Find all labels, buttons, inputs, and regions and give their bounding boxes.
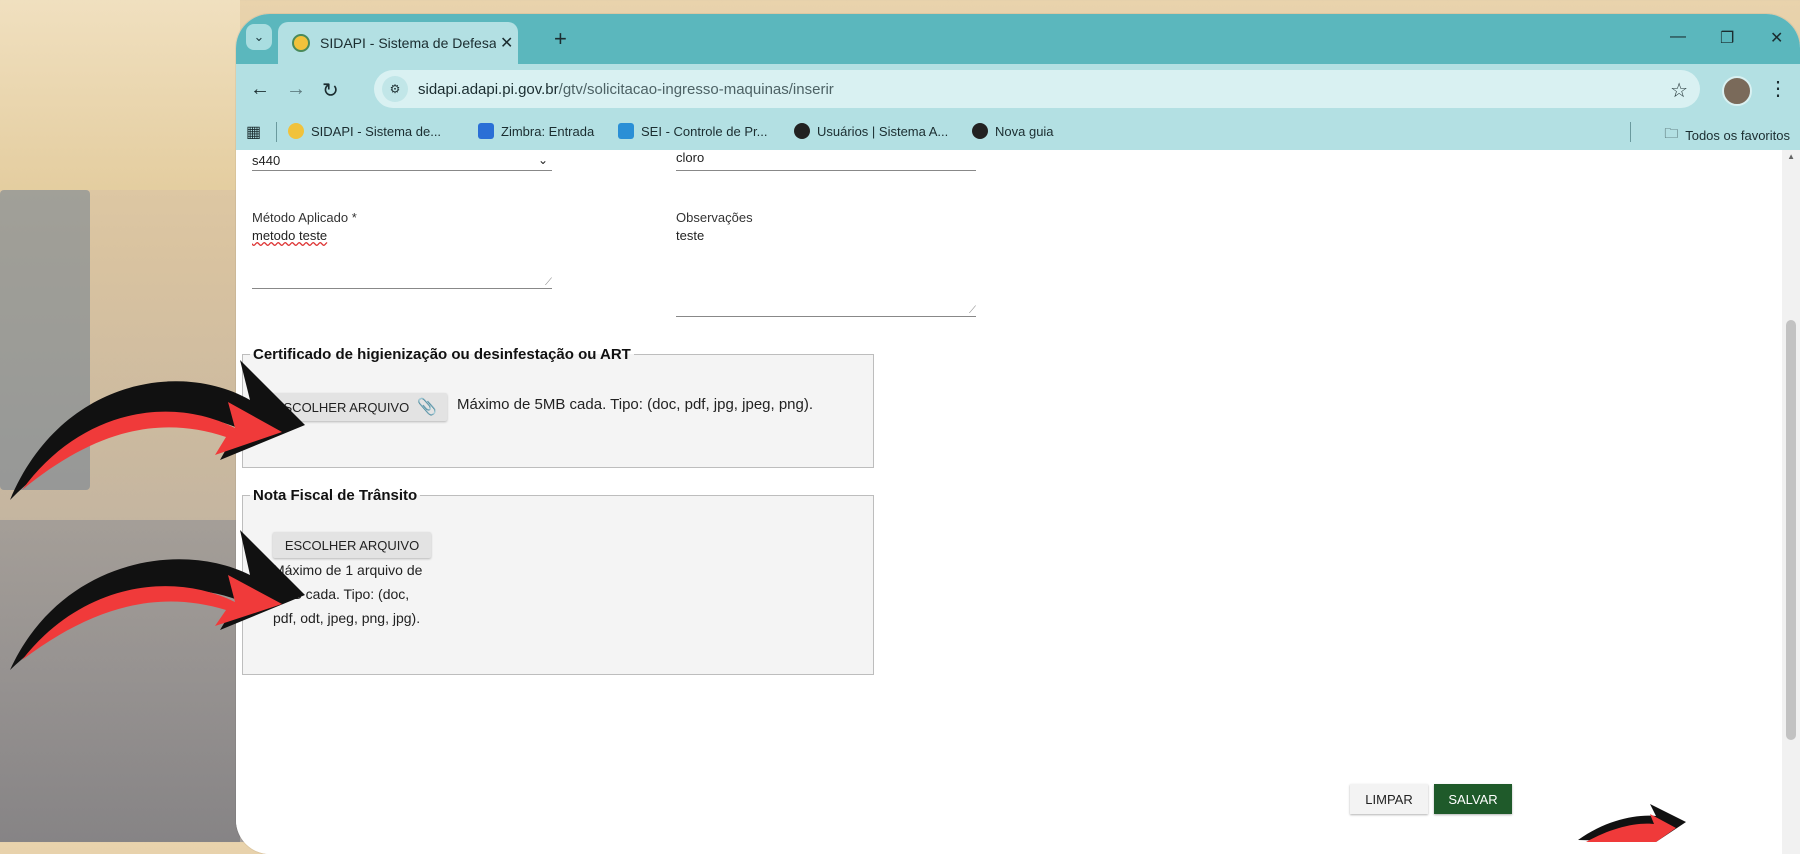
clear-button[interactable]: LIMPAR [1350, 784, 1428, 814]
product-input[interactable]: cloro [676, 150, 976, 171]
save-button[interactable]: SALVAR [1434, 784, 1512, 814]
page-content: s440 ⌄ cloro Método Aplicado * metodo te… [236, 150, 1800, 854]
observations-value: teste [676, 228, 705, 243]
select-value: s440 [252, 152, 281, 168]
sidapi-favicon-icon [292, 34, 310, 52]
profile-avatar[interactable] [1722, 76, 1752, 106]
forward-icon[interactable]: → [286, 78, 306, 101]
active-tab[interactable]: SIDAPI - Sistema de Defesa Agr ✕ [278, 22, 518, 64]
menu-icon[interactable]: ⋮ [1768, 76, 1788, 101]
invoice-fieldset: Nota Fiscal de Trânsito ESCOLHER ARQUIVO… [242, 487, 874, 675]
arrow-icon [10, 530, 305, 670]
certificate-hint: Máximo de 5MB cada. Tipo: (doc, pdf, jpg… [457, 396, 814, 413]
new-tab-icon[interactable]: + [554, 26, 567, 52]
scroll-up-icon[interactable]: ▲ [1787, 152, 1795, 161]
bookmark-sei[interactable]: SEI - Controle de Pr... [618, 123, 767, 139]
certificate-fieldset: Certificado de higienização ou desinfest… [242, 346, 874, 468]
back-icon[interactable]: ← [250, 78, 270, 101]
bookmark-nova-guia[interactable]: Nova guia [972, 123, 1054, 139]
tab-title: SIDAPI - Sistema de Defesa Agr [320, 35, 496, 51]
sidapi-icon [288, 123, 304, 139]
site-info-icon[interactable]: ⚙ [382, 76, 408, 102]
product-value: cloro [676, 150, 705, 165]
observations-textarea[interactable]: teste ⟋ [676, 228, 976, 317]
equipment-select[interactable]: s440 ⌄ [252, 150, 552, 171]
bookmark-separator [1630, 122, 1631, 142]
url-text: sidapi.adapi.pi.gov.br/gtv/solicitacao-i… [418, 80, 834, 98]
globe-icon [794, 123, 810, 139]
paperclip-icon: 📎 [417, 399, 438, 416]
minimize-icon[interactable]: — [1670, 28, 1686, 46]
zimbra-icon [478, 123, 494, 139]
resize-handle[interactable]: ⟋ [969, 305, 976, 316]
tab-strip: ⌄ SIDAPI - Sistema de Defesa Agr ✕ + — ❐… [236, 14, 1800, 64]
folder-icon: 🗀 [1664, 125, 1679, 141]
restore-icon[interactable]: ❐ [1720, 28, 1734, 48]
browser-window: ⌄ SIDAPI - Sistema de Defesa Agr ✕ + — ❐… [236, 14, 1800, 854]
background-sky [0, 0, 240, 190]
arrow-icon [1578, 804, 1686, 842]
bookmark-separator [276, 122, 277, 142]
page-scrollbar[interactable]: ▲ [1782, 150, 1800, 854]
scroll-thumb[interactable] [1786, 320, 1796, 740]
browser-toolbar: ← → ↻ ⚙ sidapi.adapi.pi.gov.br/gtv/solic… [236, 64, 1800, 114]
globe-icon [972, 123, 988, 139]
bookmark-star-icon[interactable]: ☆ [1670, 78, 1688, 103]
method-value: metodo teste [252, 228, 328, 243]
sei-icon [618, 123, 634, 139]
resize-handle[interactable]: ⟋ [545, 277, 552, 288]
tab-search-icon[interactable]: ⌄ [246, 24, 272, 50]
method-label: Método Aplicado * [252, 210, 357, 225]
address-bar[interactable]: ⚙ sidapi.adapi.pi.gov.br/gtv/solicitacao… [374, 70, 1700, 108]
all-bookmarks-folder[interactable]: 🗀 Todos os favoritos [1664, 123, 1790, 147]
apps-grid-icon[interactable]: ▦ [246, 122, 261, 142]
bookmarks-bar: ▦ SIDAPI - Sistema de... Zimbra: Entrada… [236, 114, 1800, 150]
bookmark-zimbra[interactable]: Zimbra: Entrada [478, 123, 594, 139]
tab-close-icon[interactable]: ✕ [500, 33, 513, 53]
close-window-icon[interactable]: ✕ [1770, 28, 1783, 48]
observations-label: Observações [676, 210, 753, 225]
bookmark-sidapi[interactable]: SIDAPI - Sistema de... [288, 123, 441, 139]
reload-icon[interactable]: ↻ [322, 78, 339, 103]
chevron-down-icon: ⌄ [537, 153, 548, 167]
bookmark-usuarios[interactable]: Usuários | Sistema A... [794, 123, 948, 139]
arrow-icon [10, 360, 305, 500]
method-textarea[interactable]: metodo teste ⟋ [252, 228, 552, 289]
